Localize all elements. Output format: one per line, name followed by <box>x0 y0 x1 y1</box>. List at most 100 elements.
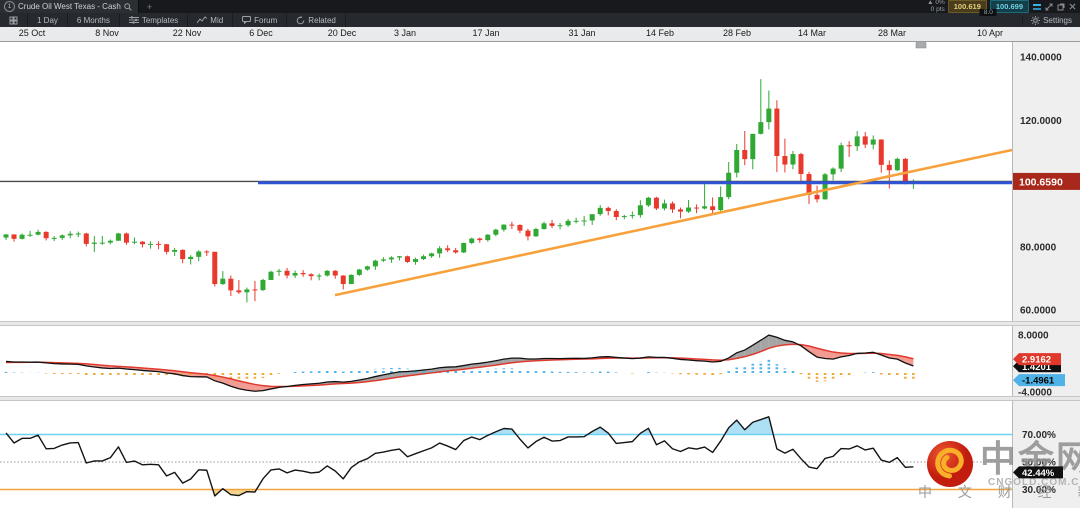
expand-icon[interactable] <box>1044 2 1053 11</box>
candle <box>782 155 788 165</box>
date-tick-label: 8 Nov <box>95 28 119 38</box>
rsi-line <box>5 416 914 497</box>
date-tick-label: 22 Nov <box>172 28 202 38</box>
candle <box>758 122 764 134</box>
chart-canvas[interactable]: 140.0000 120.0000 80.0000 60.0000 8.0000 -4.0… <box>0 41 1080 508</box>
candle <box>597 207 603 215</box>
candle <box>557 225 563 227</box>
candle <box>774 108 780 156</box>
candle <box>276 270 282 272</box>
candle <box>573 220 579 222</box>
rsi-overbought-fill <box>6 416 914 435</box>
candle <box>284 270 290 276</box>
candle <box>252 289 258 291</box>
candle <box>798 154 804 175</box>
candle <box>493 229 499 235</box>
candle <box>621 216 627 218</box>
candle <box>148 243 154 245</box>
candle <box>405 256 410 262</box>
candle <box>11 234 17 239</box>
price-tick-label: 140.0000 <box>1020 53 1062 64</box>
date-tick-label: 25 Oct <box>18 28 46 38</box>
candle <box>525 230 531 237</box>
date-tick-label: 10 Apr <box>976 28 1004 38</box>
candle <box>453 250 459 253</box>
candle <box>750 133 756 160</box>
candle <box>180 249 186 260</box>
candle <box>726 172 732 198</box>
date-tick-label: 20 Dec <box>327 28 357 38</box>
close-icon[interactable] <box>1068 2 1077 11</box>
date-axis[interactable]: 25 Oct 8 Nov 22 Nov 6 Dec 20 Dec 3 Jan 17 Jan 3… <box>0 27 1080 42</box>
candle <box>501 224 507 230</box>
price-tick-label: 80.0000 <box>1020 242 1057 253</box>
candle <box>268 271 274 280</box>
depth-ladder-icon[interactable] <box>1032 2 1041 11</box>
header-quote-block: ▲ 0% 0 pts 100.619 100.699 8.0 <box>927 0 1080 16</box>
date-tick-label: 17 Jan <box>472 28 500 38</box>
candle <box>694 207 700 209</box>
candle <box>131 241 137 243</box>
candle <box>380 259 386 261</box>
candle <box>894 158 900 171</box>
candle <box>91 242 97 244</box>
popout-icon[interactable] <box>1056 2 1065 11</box>
candle <box>653 197 659 209</box>
candle <box>734 149 740 173</box>
gear-icon <box>1031 15 1041 25</box>
chart-toolbar: 1 Day 6 Months Templates Mid Forum Relat… <box>0 13 1080 28</box>
candle <box>822 174 828 200</box>
sliders-icon <box>128 16 139 24</box>
price-mode-button[interactable]: Mid <box>188 13 234 27</box>
rsi-oversold-fill <box>6 489 914 496</box>
candle <box>846 145 852 147</box>
line-chart-icon <box>197 16 208 24</box>
macd-fill <box>6 335 914 392</box>
candle <box>605 207 611 212</box>
candle <box>806 174 812 195</box>
candle <box>766 108 772 123</box>
candle <box>629 215 635 217</box>
candle <box>854 136 860 147</box>
settings-button[interactable]: Settings <box>1022 15 1080 25</box>
svg-text:2.9162: 2.9162 <box>1022 355 1051 366</box>
symbol-tab-title: Crude Oil West Texas - Cash <box>18 2 121 11</box>
layout-grid-button[interactable] <box>0 13 28 27</box>
svg-text:42.44%: 42.44% <box>1022 468 1055 479</box>
candle <box>59 235 65 238</box>
price-tick-label: 120.0000 <box>1020 116 1062 127</box>
timeframe-button[interactable]: 1 Day <box>28 13 68 27</box>
symbol-tab[interactable]: 1 Crude Oil West Texas - Cash <box>0 0 139 13</box>
window-tab-bar: 1 Crude Oil West Texas - Cash + ▲ 0% 0 p… <box>0 0 1080 16</box>
candle <box>348 274 354 285</box>
related-button[interactable]: Related <box>287 13 346 27</box>
candle <box>27 234 33 236</box>
candle <box>99 242 105 244</box>
forum-button[interactable]: Forum <box>233 13 288 27</box>
candle <box>356 269 362 275</box>
candle <box>164 244 170 252</box>
date-tick-label: 14 Mar <box>797 28 827 38</box>
candle <box>862 136 868 145</box>
candle <box>220 278 226 285</box>
range-button[interactable]: 6 Months <box>68 13 120 27</box>
candle <box>67 233 73 236</box>
candle <box>509 224 515 226</box>
candle <box>613 211 619 218</box>
candle <box>838 145 844 169</box>
search-icon[interactable] <box>124 2 132 11</box>
candle <box>388 257 394 260</box>
new-tab-button[interactable]: + <box>139 0 160 13</box>
timeframe-label: 1 Day <box>37 15 58 25</box>
candle <box>886 164 892 171</box>
templates-button[interactable]: Templates <box>120 13 189 27</box>
candle <box>533 229 539 237</box>
date-tick-label: 3 Jan <box>393 28 417 38</box>
candle <box>461 242 467 253</box>
related-icon <box>297 15 305 24</box>
macd-histogram-badge: -1.4961 <box>1013 374 1065 387</box>
candle <box>742 149 748 160</box>
candle <box>661 203 667 209</box>
candle <box>19 234 25 239</box>
candle <box>364 266 370 270</box>
